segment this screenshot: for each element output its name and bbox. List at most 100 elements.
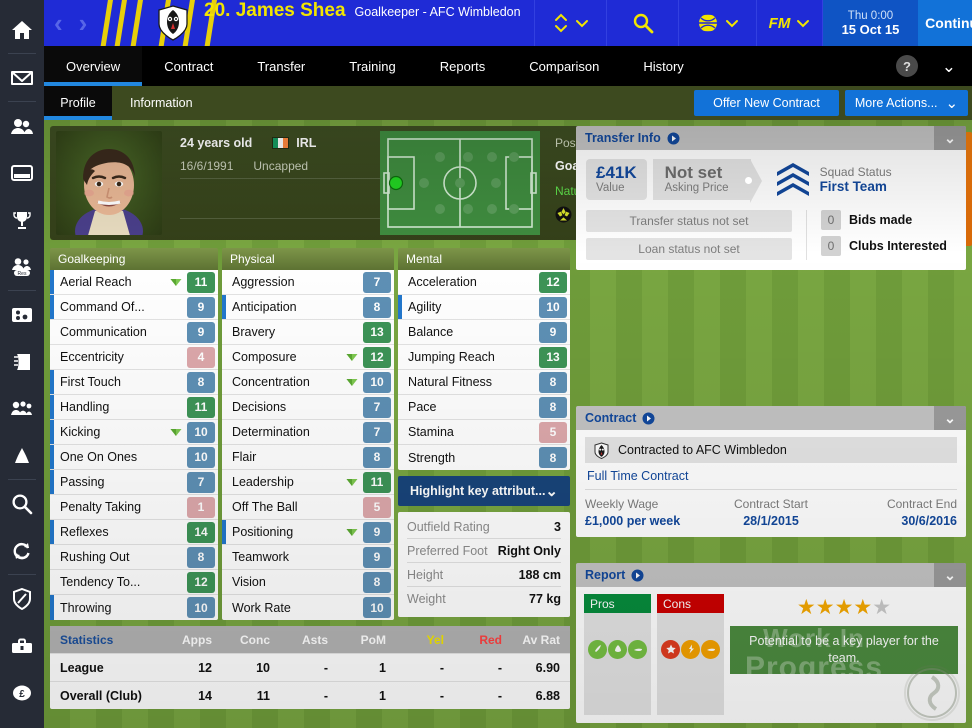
attribute-row[interactable]: Off The Ball 5 xyxy=(222,495,394,520)
sub-tab-profile[interactable]: Profile xyxy=(44,86,112,120)
tab-history[interactable]: History xyxy=(621,46,705,86)
position-pitch-diagram xyxy=(380,131,540,235)
attribute-row[interactable]: Kicking 10 xyxy=(50,420,218,445)
attribute-row[interactable]: Throwing 10 xyxy=(50,595,218,620)
player-portrait xyxy=(56,131,162,235)
asking-price-chip[interactable]: Not set Asking Price xyxy=(652,159,762,203)
table-row[interactable]: League 12 10 - 1 - - 6.90 xyxy=(50,653,570,681)
attribute-row[interactable]: Anticipation 8 xyxy=(222,295,394,320)
attribute-row[interactable]: Composure 12 xyxy=(222,345,394,370)
attribute-name: One On Ones xyxy=(60,450,138,464)
development-icon[interactable] xyxy=(0,432,44,479)
fm-menu-button[interactable]: FM xyxy=(756,0,822,46)
attribute-row[interactable]: Teamwork 9 xyxy=(222,545,394,570)
competitions-icon[interactable] xyxy=(0,196,44,243)
highlight-key-attributes-dropdown[interactable]: Highlight key attribut... ⌄ xyxy=(398,476,570,506)
attribute-row[interactable]: Acceleration 12 xyxy=(398,270,570,295)
attribute-row[interactable]: Agility 10 xyxy=(398,295,570,320)
transfer-info-go-icon[interactable] xyxy=(667,132,680,145)
statistics-column-header[interactable]: PoM xyxy=(338,633,396,647)
offer-new-contract-button[interactable]: Offer New Contract xyxy=(694,90,839,116)
statistics-column-header[interactable]: Apps xyxy=(164,633,222,647)
star-filled-icon: ★ xyxy=(796,596,816,619)
attribute-row[interactable]: Work Rate 10 xyxy=(222,595,394,620)
attribute-row[interactable]: First Touch 8 xyxy=(50,370,218,395)
table-row[interactable]: Overall (Club) 14 11 - 1 - - 6.88 xyxy=(50,681,570,709)
tab-transfer[interactable]: Transfer xyxy=(235,46,327,86)
training-icon[interactable] xyxy=(0,291,44,338)
tab-training[interactable]: Training xyxy=(327,46,417,86)
more-actions-button[interactable]: More Actions... ⌄ xyxy=(845,90,968,116)
search-icon[interactable] xyxy=(0,480,44,527)
contract-start-value: 28/1/2015 xyxy=(743,514,799,528)
sub-tab-information[interactable]: Information xyxy=(112,86,211,120)
attribute-row[interactable]: Balance 9 xyxy=(398,320,570,345)
attribute-row[interactable]: Handling 11 xyxy=(50,395,218,420)
attribute-row[interactable]: Pace 8 xyxy=(398,395,570,420)
attribute-row[interactable]: Rushing Out 8 xyxy=(50,545,218,570)
top-search-button[interactable] xyxy=(606,0,678,46)
report-collapse-icon[interactable]: ⌄ xyxy=(934,563,966,587)
attribute-row[interactable]: Vision 8 xyxy=(222,570,394,595)
contract-collapse-icon[interactable]: ⌄ xyxy=(934,406,966,430)
statistics-column-header[interactable]: Yel xyxy=(396,633,454,647)
statistics-column-header[interactable]: Asts xyxy=(280,633,338,647)
loan-status-button[interactable]: Loan status not set xyxy=(586,237,792,260)
attribute-row[interactable]: Tendency To... 12 xyxy=(50,570,218,595)
attribute-row[interactable]: Stamina 5 xyxy=(398,420,570,445)
transfer-status-button[interactable]: Transfer status not set xyxy=(586,209,792,232)
attribute-row[interactable]: Communication 9 xyxy=(50,320,218,345)
back-arrow-icon[interactable]: ‹ xyxy=(54,10,63,36)
fm-logo-label: FM xyxy=(768,14,791,32)
attribute-row[interactable]: Penalty Taking 1 xyxy=(50,495,218,520)
attribute-row[interactable]: Aerial Reach 11 xyxy=(50,270,218,295)
info-row: Preferred Foot Right Only xyxy=(407,539,561,563)
tab-overview[interactable]: Overview xyxy=(44,46,143,86)
attribute-row[interactable]: Passing 7 xyxy=(50,470,218,495)
attribute-row[interactable]: Determination 7 xyxy=(222,420,394,445)
tab-contract[interactable]: Contract xyxy=(142,46,235,86)
attribute-row[interactable]: Natural Fitness 8 xyxy=(398,370,570,395)
player-nav-updown-button[interactable] xyxy=(534,0,606,46)
attribute-row[interactable]: Command Of... 9 xyxy=(50,295,218,320)
statistics-column-header[interactable]: Av Rat xyxy=(512,633,570,647)
attribute-row[interactable]: Jumping Reach 13 xyxy=(398,345,570,370)
attribute-row[interactable]: Bravery 13 xyxy=(222,320,394,345)
scouting-icon[interactable] xyxy=(0,338,44,385)
attribute-list: Aggression 7 Anticipation 8 Bravery 13 Composu… xyxy=(222,270,394,620)
contract-go-icon[interactable] xyxy=(642,412,655,425)
attribute-row[interactable]: Aggression 7 xyxy=(222,270,394,295)
statistics-column-header[interactable]: Red xyxy=(454,633,512,647)
home-icon[interactable] xyxy=(0,6,44,53)
attribute-row[interactable]: Flair 8 xyxy=(222,445,394,470)
reserves-icon[interactable]: Res xyxy=(0,243,44,290)
attribute-row[interactable]: Strength 8 xyxy=(398,445,570,470)
transfers-icon[interactable] xyxy=(0,527,44,574)
tab-reports[interactable]: Reports xyxy=(418,46,508,86)
tabbar-chevron-down-icon[interactable]: ⌄ xyxy=(942,57,956,77)
attribute-row[interactable]: Eccentricity 4 xyxy=(50,345,218,370)
attribute-row[interactable]: Concentration 10 xyxy=(222,370,394,395)
attribute-name: Balance xyxy=(408,325,454,339)
attribute-row[interactable]: Reflexes 14 xyxy=(50,520,218,545)
statistics-column-header[interactable]: Conc xyxy=(222,633,280,647)
club-icon[interactable] xyxy=(0,575,44,622)
inbox-icon[interactable] xyxy=(0,54,44,101)
staff-icon[interactable] xyxy=(0,385,44,432)
world-menu-button[interactable] xyxy=(678,0,756,46)
attribute-row[interactable]: One On Ones 10 xyxy=(50,445,218,470)
transfer-info-collapse-icon[interactable]: ⌄ xyxy=(934,126,966,150)
forward-arrow-icon[interactable]: › xyxy=(79,10,88,36)
board-icon[interactable] xyxy=(0,622,44,669)
attribute-value: 8 xyxy=(187,371,215,393)
help-button[interactable]: ? xyxy=(896,55,918,77)
attribute-row[interactable]: Positioning 9 xyxy=(222,520,394,545)
attribute-row[interactable]: Leadership 11 xyxy=(222,470,394,495)
tactics-icon[interactable] xyxy=(0,149,44,196)
report-go-icon[interactable] xyxy=(631,569,644,582)
attribute-row[interactable]: Decisions 7 xyxy=(222,395,394,420)
squad-icon[interactable] xyxy=(0,102,44,149)
tab-comparison[interactable]: Comparison xyxy=(507,46,621,86)
finances-icon[interactable]: £ xyxy=(0,669,44,716)
continue-button[interactable]: Continue xyxy=(918,0,972,46)
